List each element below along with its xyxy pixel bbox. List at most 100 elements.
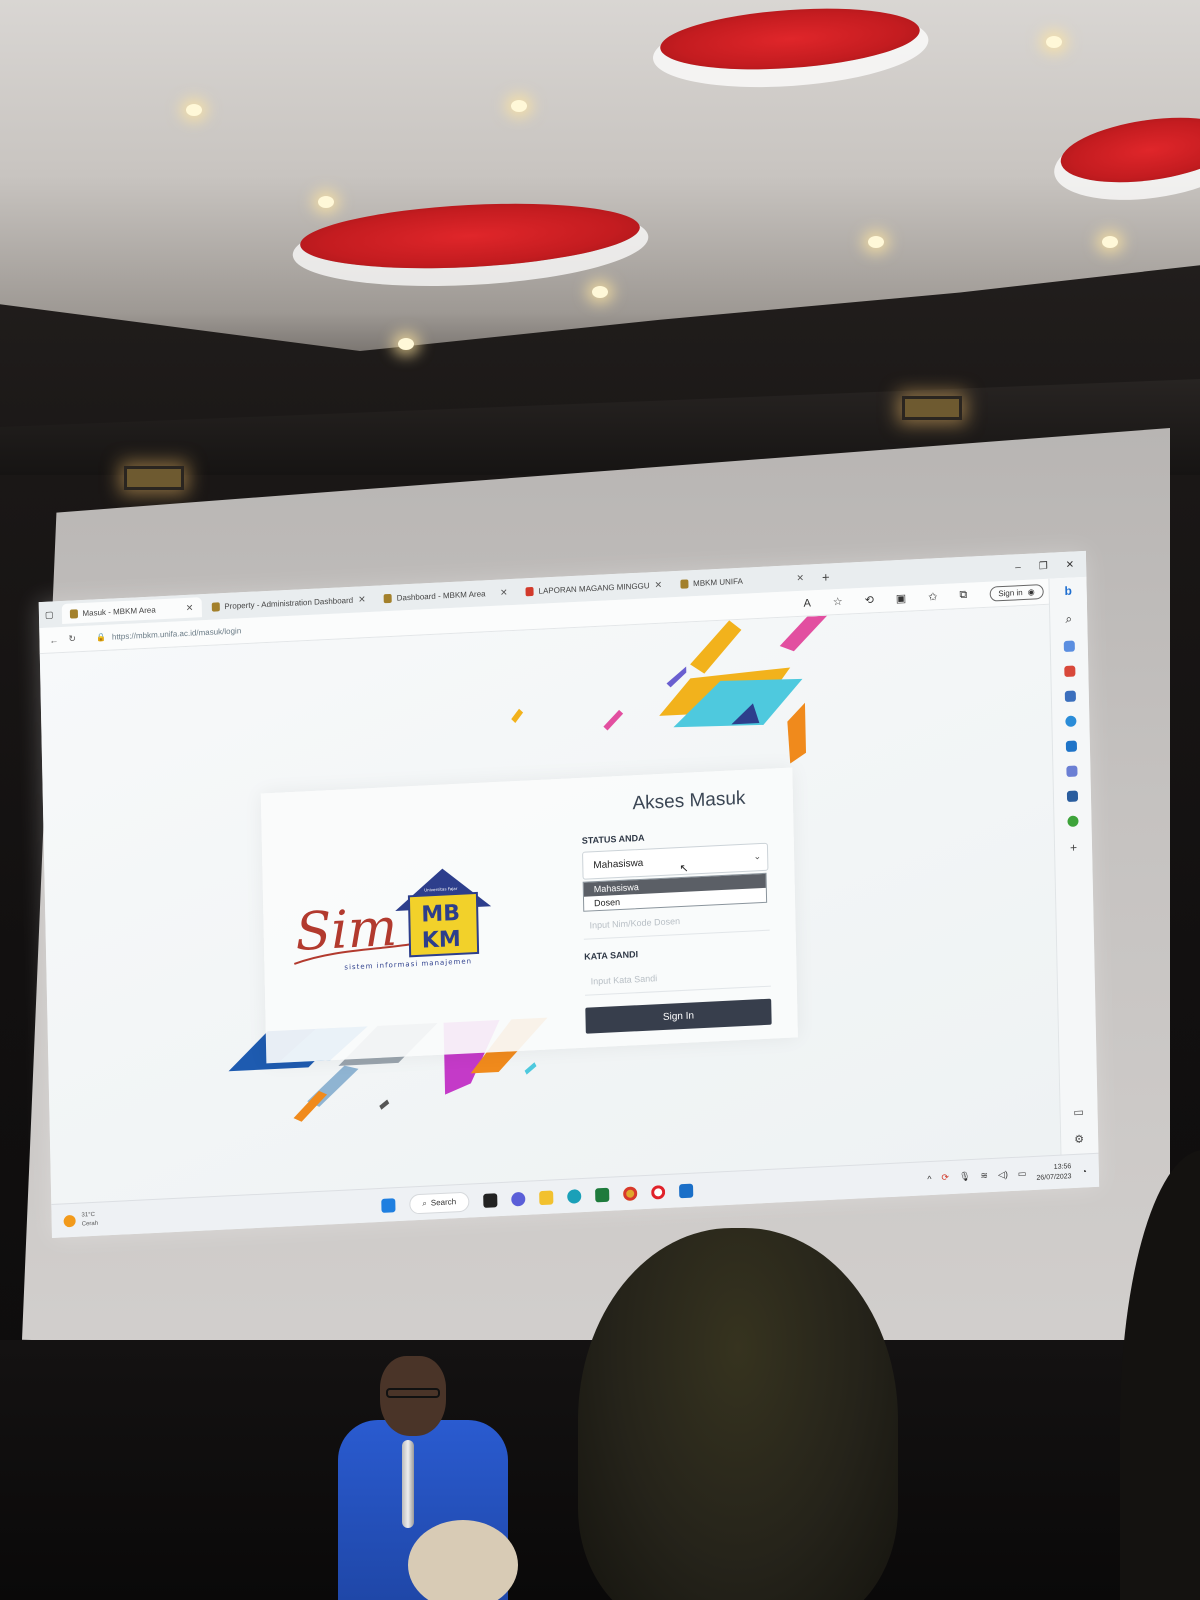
read-aloud-icon[interactable]: A xyxy=(803,597,811,609)
close-tab-icon[interactable]: ✕ xyxy=(500,587,508,598)
maximize-icon[interactable]: ❐ xyxy=(1039,560,1048,571)
ceiling-spotlight xyxy=(592,286,608,298)
edge-browser-icon[interactable] xyxy=(566,1188,582,1204)
sim-mbkm-logo: Sim MB KM Universitas Fajar sistem infor… xyxy=(293,868,492,971)
chrome-icon[interactable] xyxy=(622,1185,638,1201)
new-tab-button[interactable]: + xyxy=(814,569,838,585)
file-explorer-icon[interactable] xyxy=(538,1189,554,1205)
ceiling xyxy=(0,0,1200,351)
favorites-icon[interactable]: ✩ xyxy=(928,590,937,603)
battery-icon[interactable]: ▭ xyxy=(1018,1168,1027,1179)
pdf-favicon-icon xyxy=(525,586,534,596)
volume-icon[interactable]: ◁) xyxy=(998,1169,1008,1180)
ceiling-spotlight xyxy=(1102,236,1118,248)
notifications-icon[interactable]: ◔ xyxy=(1081,1166,1087,1176)
login-card: Sim MB KM Universitas Fajar sistem infor… xyxy=(260,767,798,1064)
decorative-shapes-top xyxy=(511,615,828,764)
weather-widget[interactable]: 31°C Cerah xyxy=(63,1210,98,1230)
tab-actions-icon[interactable]: ▢ xyxy=(45,609,54,620)
collections-icon[interactable]: ⧉ xyxy=(959,589,967,602)
sidebar-toggle-icon[interactable]: ▭ xyxy=(1073,1105,1084,1119)
shield-favicon-icon xyxy=(211,601,220,612)
close-tab-icon[interactable]: ✕ xyxy=(796,572,804,583)
close-window-icon[interactable]: ✕ xyxy=(1066,559,1075,570)
close-tab-icon[interactable]: ✕ xyxy=(186,602,194,613)
search-icon[interactable]: ⌕ xyxy=(1065,612,1072,627)
projected-desktop: ▢ Masuk - MBKM Area ✕ Property - Adminis… xyxy=(38,550,1100,1238)
tree-icon[interactable] xyxy=(1067,815,1079,828)
close-tab-icon[interactable]: ✕ xyxy=(358,594,366,605)
taskbar-search[interactable]: ⌕ Search xyxy=(409,1191,470,1215)
lock-icon: 🔒 xyxy=(95,632,107,643)
ceiling-spotlight xyxy=(186,104,202,116)
audience-hat xyxy=(408,1520,518,1600)
tools-icon[interactable] xyxy=(1064,665,1076,678)
tab-masuk[interactable]: Masuk - MBKM Area ✕ xyxy=(61,597,202,625)
login-form: Akses Masuk STATUS ANDA Mahasiswa ↖ ⌄ Ma… xyxy=(581,787,776,1034)
bing-chat-icon[interactable]: b xyxy=(1064,584,1072,598)
password-input[interactable] xyxy=(584,958,771,996)
form-title: Akses Masuk xyxy=(632,787,746,815)
window-controls: – ❐ ✕ xyxy=(1015,558,1086,573)
search-icon: ⌕ xyxy=(422,1198,427,1208)
login-page: Sim MB KM Universitas Fajar sistem infor… xyxy=(39,604,1061,1205)
add-icon[interactable]: + xyxy=(1070,841,1077,855)
wifi-icon[interactable]: ≋ xyxy=(980,1170,988,1181)
microphone xyxy=(402,1440,414,1528)
settings-gear-icon[interactable]: ⚙ xyxy=(1074,1132,1084,1145)
ceiling-spotlight xyxy=(318,196,334,208)
favorite-star-icon[interactable]: ☆ xyxy=(833,595,843,608)
excel-icon[interactable] xyxy=(594,1187,610,1202)
microphone-icon[interactable]: 🎙 xyxy=(959,1171,971,1183)
tab-label: Masuk - MBKM Area xyxy=(82,604,156,618)
chevron-up-icon[interactable]: ^ xyxy=(927,1173,931,1183)
tab-label: LAPORAN MAGANG MINGGU xyxy=(538,580,650,596)
shield-favicon-icon xyxy=(383,593,392,603)
games-icon[interactable] xyxy=(1064,690,1076,703)
ceiling-spotlight xyxy=(398,338,414,350)
task-view-icon[interactable] xyxy=(483,1192,498,1208)
ceiling-spotlight xyxy=(868,236,884,248)
logo-badge-bottom: KM xyxy=(422,927,461,954)
ceiling-spotlight xyxy=(1046,36,1062,48)
outlook-icon[interactable] xyxy=(1065,740,1078,753)
mouse-cursor-icon: ↖ xyxy=(679,862,689,876)
shield-favicon-icon xyxy=(69,608,78,619)
profile-icon: ◉ xyxy=(1027,587,1035,597)
tag-icon[interactable] xyxy=(1063,640,1075,653)
weather-desc: Cerah xyxy=(81,1220,99,1228)
tab-label: Property - Administration Dashboard xyxy=(224,595,354,611)
designer-icon[interactable] xyxy=(1066,765,1078,778)
sync-icon[interactable]: ⟳ xyxy=(941,1172,949,1183)
sign-in-label: Sign in xyxy=(998,588,1023,599)
tab-mbkm-unifa[interactable]: MBKM UNIFA ✕ xyxy=(672,567,812,594)
tab-dashboard[interactable]: Dashboard - MBKM Area ✕ xyxy=(375,582,515,609)
refresh-icon[interactable]: ↻ xyxy=(68,633,76,644)
outlook-taskbar-icon[interactable] xyxy=(678,1183,694,1198)
word-icon[interactable] xyxy=(1066,790,1079,803)
sign-in-button[interactable]: Sign In xyxy=(585,998,772,1034)
windows-start-icon[interactable] xyxy=(381,1197,396,1213)
audience-member-hijab xyxy=(578,1228,898,1600)
minimize-icon[interactable]: – xyxy=(1015,562,1021,573)
shield-favicon-icon xyxy=(680,578,689,589)
edge-sidebar-bottom: ▭ ⚙ xyxy=(1059,1105,1098,1147)
logo-badge-top: MB xyxy=(421,901,460,928)
split-screen-icon[interactable]: ▣ xyxy=(896,592,907,606)
wall-light xyxy=(124,466,184,490)
opera-icon[interactable] xyxy=(650,1184,666,1200)
teams-chat-icon[interactable] xyxy=(510,1191,526,1207)
logo-script-text: Sim xyxy=(295,898,398,963)
close-tab-icon[interactable]: ✕ xyxy=(654,579,662,590)
profile-sign-in-button[interactable]: Sign in ◉ xyxy=(989,584,1044,602)
ceiling-spotlight xyxy=(511,100,527,112)
search-label: Search xyxy=(430,1197,457,1208)
microsoft-365-icon[interactable] xyxy=(1065,715,1077,728)
tab-label: Dashboard - MBKM Area xyxy=(396,588,486,603)
back-icon[interactable]: ← xyxy=(49,635,58,645)
extensions-icon[interactable]: ⟲ xyxy=(865,593,874,606)
clock[interactable]: 13:56 26/07/2023 xyxy=(1036,1162,1071,1184)
system-tray: ^ ⟳ 🎙 ≋ ◁) ▭ 13:56 26/07/2023 ◔ xyxy=(927,1161,1087,1189)
chevron-down-icon: ⌄ xyxy=(753,851,762,862)
sun-icon xyxy=(63,1214,76,1227)
